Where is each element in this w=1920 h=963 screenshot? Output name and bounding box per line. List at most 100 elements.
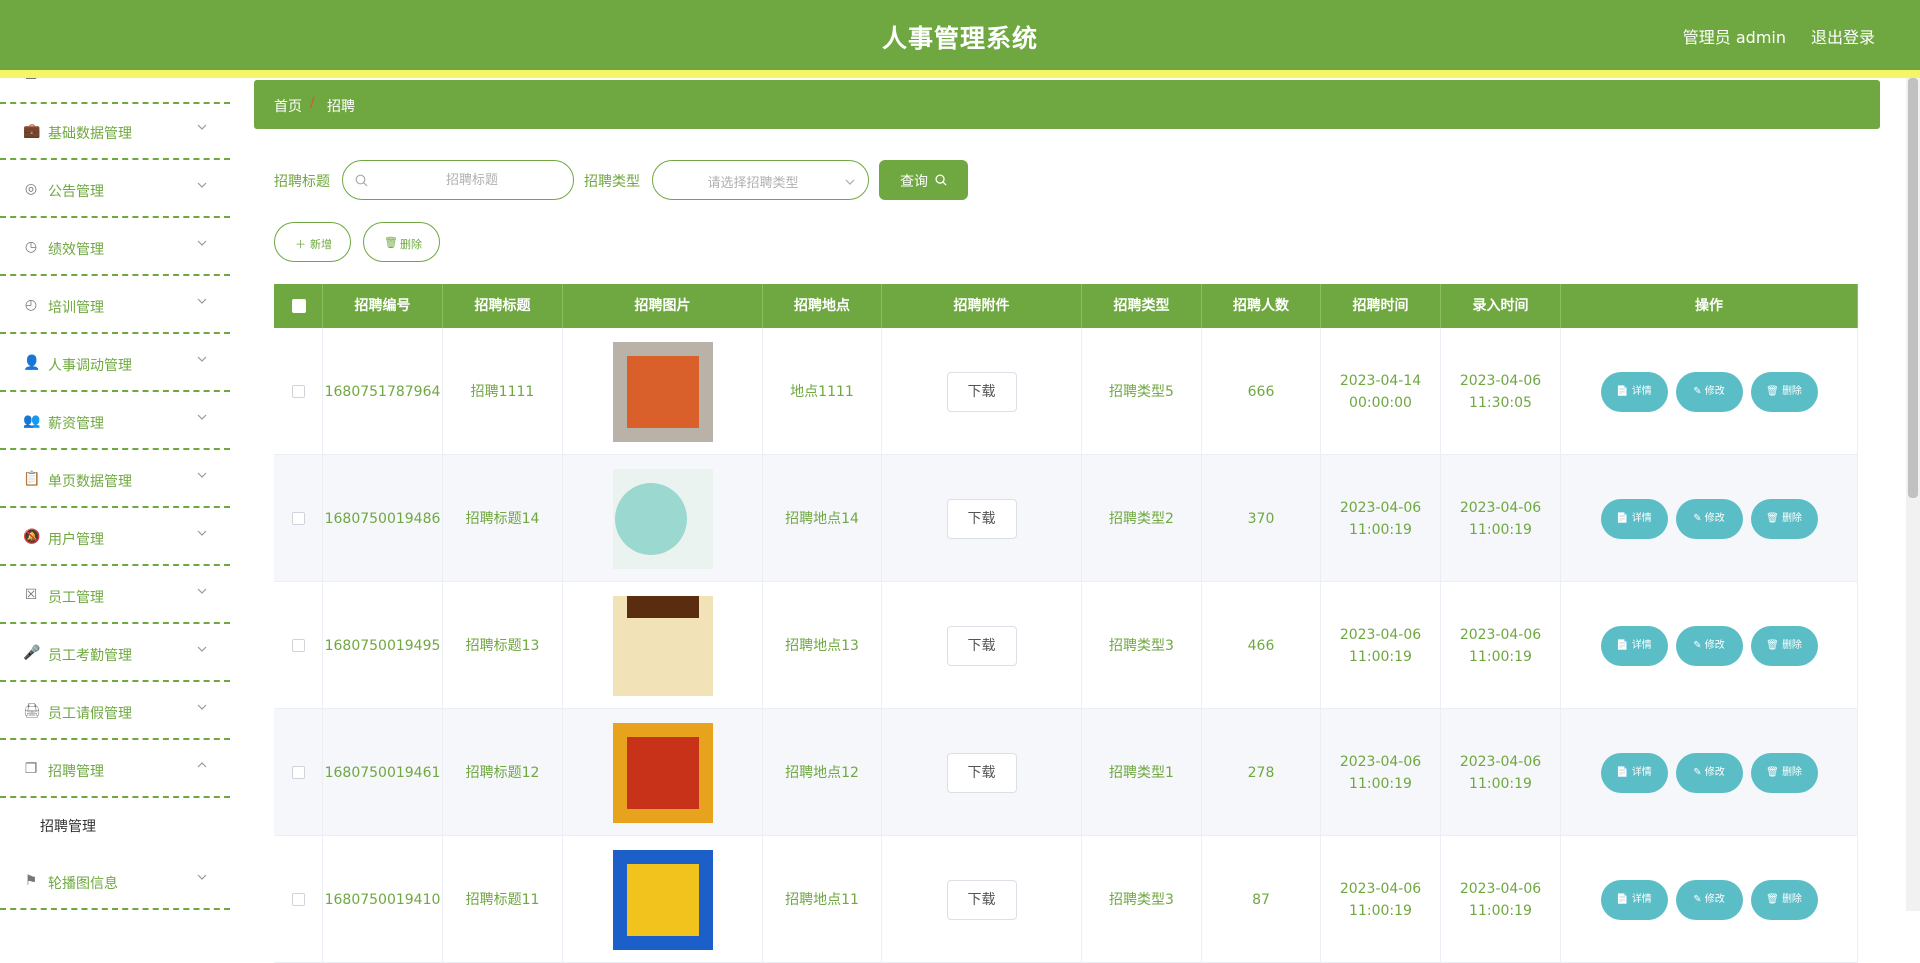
sidebar-subitem-recruit[interactable]: 招聘管理 [0,798,230,854]
download-button[interactable]: 下载 [946,879,1017,920]
download-button[interactable]: 下载 [946,625,1017,666]
detail-button[interactable]: 📄 详情 [1600,371,1668,412]
breadcrumb-home[interactable]: 首页 [274,96,302,116]
detail-button[interactable]: 📄 详情 [1600,625,1668,666]
edit-button-label: 修改 [1704,385,1725,397]
column-header[interactable]: 招聘时间 [1321,284,1441,328]
title-search-field[interactable] [342,160,574,200]
sidebar-item-7[interactable]: 🔕 用户管理 [0,510,230,566]
recruit-count-cell: 87 [1202,836,1321,963]
chevron-up-icon [197,762,207,768]
batch-delete-button[interactable]: 🗑 删除 [363,222,440,262]
title-search-input[interactable] [377,169,567,191]
sidebar-item-4[interactable]: 👤 人事调动管理 [0,336,230,392]
sidebar-item-6[interactable]: 📋 单页数据管理 [0,452,230,508]
sidebar-item-10[interactable]: 🖨 员工请假管理 [0,684,230,740]
sidebar-item-8[interactable]: ☒ 员工管理 [0,568,230,624]
recruitment-poster-image[interactable] [612,341,713,442]
download-button[interactable]: 下载 [946,371,1017,412]
column-header[interactable]: 招聘图片 [563,284,763,328]
sidebar-item-carousel[interactable]: ⚑ 轮播图信息 [0,854,230,910]
copy-icon: ❐ [24,761,38,777]
row-checkbox[interactable] [291,639,305,652]
table-row[interactable]: 1680750019461 招聘标题12 招聘地点12 下载 招聘类型1 278 2023-… [274,709,1858,836]
select-cell [274,328,323,455]
sidebar-item-11[interactable]: ❐ 招聘管理 [0,742,230,798]
select-all-cell [274,284,323,328]
detail-button[interactable]: 📄 详情 [1600,498,1668,539]
scrollbar-thumb[interactable] [1908,78,1918,498]
delete-button[interactable]: 🗑 删除 [1750,879,1818,920]
trash-icon: 🗑 [1766,385,1782,397]
pencil-icon: ✎ [1693,512,1705,524]
recruitment-poster-image[interactable] [612,468,713,569]
top-header: 人事管理系统 管理员 admin 退出登录 [0,0,1920,78]
row-checkbox[interactable] [291,512,305,525]
row-checkbox[interactable] [291,893,305,906]
edit-button[interactable]: ✎ 修改 [1675,371,1743,412]
recruit-type-cell: 招聘类型3 [1082,836,1202,963]
chevron-down-icon [197,182,207,188]
user-icon: 👤 [23,355,41,371]
column-header[interactable]: 招聘附件 [882,284,1082,328]
sidebar-item-5[interactable]: 👥 薪资管理 [0,394,230,450]
column-header[interactable]: 招聘类型 [1082,284,1202,328]
download-button[interactable]: 下载 [946,752,1017,793]
sidebar-item-admin-partial[interactable]: ☰ [0,78,230,104]
breadcrumb-current: 招聘 [327,99,355,115]
recruitment-poster-image[interactable] [612,722,713,823]
sidebar-item-3[interactable]: ◴ 培训管理 [0,278,230,334]
sidebar-item-9[interactable]: 🎤 员工考勤管理 [0,626,230,682]
delete-button[interactable]: 🗑 删除 [1750,752,1818,793]
edit-button[interactable]: ✎ 修改 [1675,879,1743,920]
sidebar-item-1[interactable]: ◎ 公告管理 [0,162,230,218]
add-button[interactable]: ＋ 新增 [274,222,351,262]
microphone-icon: 🎤 [23,645,41,661]
download-button[interactable]: 下载 [946,498,1017,539]
column-header[interactable]: 招聘地点 [763,284,882,328]
table-row[interactable]: 1680750019410 招聘标题11 招聘地点11 下载 招聘类型3 87 2023-0… [274,836,1858,963]
clipboard-icon: 📋 [23,471,41,487]
pencil-icon: ✎ [1693,639,1705,651]
table-row[interactable]: 1680751787964 招聘1111 地点1111 下载 招聘类型5 666 2023-… [274,328,1858,455]
logout-link[interactable]: 退出登录 [1811,24,1875,48]
add-button-label: 新增 [310,238,332,251]
delete-button[interactable]: 🗑 删除 [1750,371,1818,412]
select-all-checkbox[interactable] [292,299,306,313]
sidebar-item-label: 公告管理 [48,184,104,200]
delete-button[interactable]: 🗑 删除 [1750,625,1818,666]
recruit-image-cell [563,328,763,455]
table-row[interactable]: 1680750019486 招聘标题14 招聘地点14 下载 招聘类型2 370 2023-… [274,455,1858,582]
type-search-label: 招聘类型 [584,174,640,190]
row-checkbox[interactable] [291,385,305,398]
sidebar-item-0[interactable]: 💼 基础数据管理 [0,104,230,160]
row-checkbox[interactable] [291,766,305,779]
column-header[interactable]: 招聘编号 [323,284,443,328]
column-header[interactable]: 招聘人数 [1202,284,1321,328]
breadcrumb: 首页 / 招聘 [254,80,1880,129]
detail-button-label: 详情 [1631,766,1652,778]
recruitment-poster-image[interactable] [612,849,713,950]
edit-button[interactable]: ✎ 修改 [1675,625,1743,666]
recruitment-poster-image[interactable] [612,595,713,696]
query-button[interactable]: 查询 [879,160,968,200]
sidebar-item-2[interactable]: ◷ 绩效管理 [0,220,230,276]
app-title: 人事管理系统 [881,24,1038,53]
delete-button[interactable]: 🗑 删除 [1750,498,1818,539]
detail-button[interactable]: 📄 详情 [1600,879,1668,920]
recruit-time-cell: 2023-04-14 00:00:00 [1321,328,1441,455]
detail-button[interactable]: 📄 详情 [1600,752,1668,793]
sidebar-item-label: 轮播图信息 [48,876,118,892]
page-scrollbar[interactable] [1906,78,1920,911]
column-header[interactable]: 操作 [1561,284,1858,328]
edit-button[interactable]: ✎ 修改 [1675,752,1743,793]
chevron-down-icon [197,530,207,536]
sidebar-item-label: 用户管理 [48,532,104,548]
table-row[interactable]: 1680750019495 招聘标题13 招聘地点13 下载 招聘类型3 466 2023-… [274,582,1858,709]
column-header[interactable]: 录入时间 [1441,284,1561,328]
type-select[interactable]: 请选择招聘类型 [652,160,869,200]
column-header[interactable]: 招聘标题 [443,284,563,328]
sidebar-item-label: 培训管理 [48,300,104,316]
edit-button[interactable]: ✎ 修改 [1675,498,1743,539]
operations-cell: 📄 详情 ✎ 修改 🗑 删除 [1561,328,1858,455]
